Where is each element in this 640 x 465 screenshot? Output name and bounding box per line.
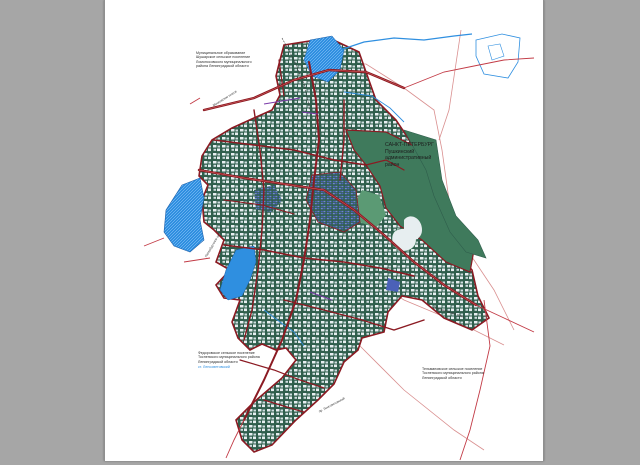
station-label: ст. Ленсоветовский bbox=[198, 365, 230, 370]
settlement-label-fedorovskoe: Федоровское сельское поселение Тосненско… bbox=[198, 351, 278, 370]
lake-west bbox=[163, 177, 205, 253]
settlement-label-line: Ленинградской области bbox=[422, 375, 462, 380]
settlement-label-line: района Ленинградской области bbox=[196, 64, 249, 69]
settlement-label-shushary: Муниципальное образование Шушарское сель… bbox=[196, 51, 276, 69]
map-page: САНКТ-ПЕТЕРБУРГ Пушкинский административ… bbox=[104, 0, 544, 461]
master-plan-map bbox=[143, 29, 535, 461]
district-label-pushkinsky: САНКТ-ПЕТЕРБУРГ Пушкинский административ… bbox=[385, 142, 445, 168]
settlement-label-telmanovskoe: Тельмановское сельское поселение Тосненс… bbox=[422, 367, 502, 380]
settlement-label-line: Ленинградской области bbox=[198, 359, 238, 364]
document-viewer: САНКТ-ПЕТЕРБУРГ Пушкинский административ… bbox=[0, 0, 640, 465]
district-label-line: район bbox=[385, 161, 400, 168]
